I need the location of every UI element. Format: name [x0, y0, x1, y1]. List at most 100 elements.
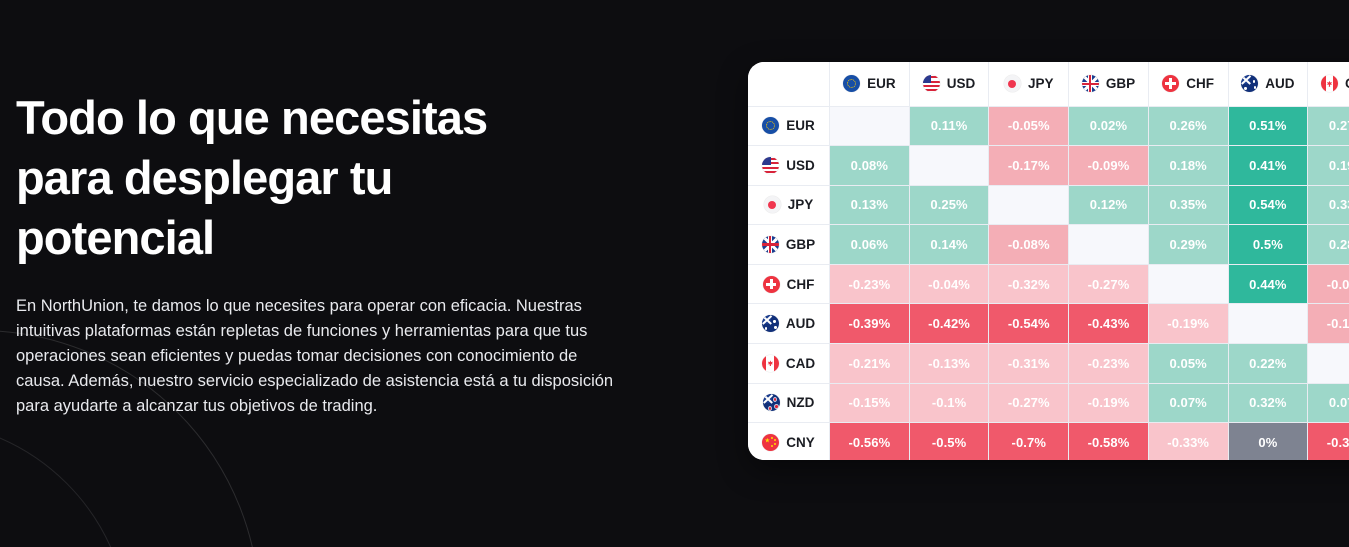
matrix-cell-chf-cad[interactable]: -0.01%	[1307, 263, 1349, 305]
matrix-cell-jpy-usd[interactable]: 0.25%	[908, 184, 990, 226]
matrix-body: EUR 0.11%-0.05%0.02%0.26%0.51%0.27% USD 0.0…	[748, 105, 1349, 460]
matrix-cell-cny-eur[interactable]: -0.56%	[829, 422, 910, 460]
matrix-row-header-aud[interactable]: AUD	[748, 303, 830, 345]
matrix-row-header-nzd[interactable]: NZD	[748, 382, 830, 424]
matrix-cell-aud-eur[interactable]: -0.39%	[829, 303, 910, 345]
matrix-cell-cad-eur[interactable]: -0.21%	[829, 343, 910, 384]
matrix-cell-gbp-eur[interactable]: 0.06%	[829, 224, 910, 265]
matrix-cell-cny-jpy[interactable]: -0.7%	[988, 422, 1070, 460]
matrix-cell-eur-aud[interactable]: 0.51%	[1227, 105, 1309, 147]
matrix-cell-eur-eur[interactable]	[829, 105, 910, 147]
matrix-cell-cny-chf[interactable]: -0.33%	[1147, 422, 1229, 460]
matrix-cell-gbp-usd[interactable]: 0.14%	[908, 224, 990, 265]
gbp-flag-icon	[1081, 75, 1099, 93]
matrix-col-header-chf[interactable]: CHF	[1147, 62, 1229, 107]
matrix-cell-usd-jpy[interactable]: -0.17%	[988, 145, 1070, 186]
matrix-col-header-label: CHF	[1186, 76, 1215, 92]
matrix-cell-usd-eur[interactable]: 0.08%	[829, 145, 910, 186]
matrix-row-header-chf[interactable]: CHF	[748, 263, 830, 305]
aud-flag-icon	[1241, 75, 1259, 93]
matrix-cell-usd-usd[interactable]	[908, 145, 990, 186]
matrix-row-header-label: USD	[786, 157, 815, 173]
matrix-cell-aud-cad[interactable]: -0.19%	[1307, 303, 1349, 345]
matrix-cell-cad-cad[interactable]	[1307, 343, 1349, 384]
matrix-cell-gbp-jpy[interactable]: -0.08%	[988, 224, 1070, 265]
matrix-cell-jpy-chf[interactable]: 0.35%	[1147, 184, 1229, 226]
matrix-cell-usd-aud[interactable]: 0.41%	[1227, 145, 1309, 186]
matrix-row: GBP 0.06%0.14%-0.08% 0.29%0.5%0.28%	[748, 224, 1349, 265]
matrix-cell-usd-gbp[interactable]: -0.09%	[1068, 145, 1149, 186]
matrix-cell-chf-usd[interactable]: -0.04%	[908, 263, 990, 305]
matrix-cell-jpy-aud[interactable]: 0.54%	[1227, 184, 1309, 226]
matrix-cell-cad-aud[interactable]: 0.22%	[1227, 343, 1309, 384]
matrix-cell-nzd-aud[interactable]: 0.32%	[1227, 382, 1309, 424]
matrix-cell-cad-gbp[interactable]: -0.23%	[1068, 343, 1149, 384]
matrix-row-header-label: CAD	[785, 355, 816, 371]
usd-flag-icon	[762, 156, 780, 174]
matrix-row-header-gbp[interactable]: GBP	[748, 224, 830, 265]
matrix-row-header-label: CNY	[786, 435, 815, 451]
matrix-cell-gbp-aud[interactable]: 0.5%	[1227, 224, 1309, 265]
matrix-cell-gbp-cad[interactable]: 0.28%	[1307, 224, 1349, 265]
eur-flag-icon	[762, 117, 780, 135]
matrix-cell-jpy-jpy[interactable]	[988, 184, 1070, 226]
matrix-header: EUR USD JPY GBP CHF AUD CAD	[748, 62, 1349, 107]
currency-matrix-card: EUR USD JPY GBP CHF AUD CAD EUR 0.11%-0.05%0.02…	[748, 62, 1349, 460]
matrix-cell-gbp-gbp[interactable]	[1068, 224, 1149, 265]
matrix-cell-aud-aud[interactable]	[1227, 303, 1309, 345]
matrix-cell-eur-jpy[interactable]: -0.05%	[988, 105, 1070, 147]
jpy-flag-icon	[763, 196, 781, 214]
matrix-cell-usd-cad[interactable]: 0.19%	[1307, 145, 1349, 186]
matrix-col-header-cad[interactable]: CAD	[1307, 62, 1349, 107]
page-title: Todo lo que necesitas para desplegar tu …	[16, 91, 488, 264]
matrix-col-header-aud[interactable]: AUD	[1227, 62, 1309, 107]
matrix-row-header-cny[interactable]: CNY	[748, 422, 830, 460]
matrix-col-header-jpy[interactable]: JPY	[988, 62, 1070, 107]
matrix-cell-aud-chf[interactable]: -0.19%	[1147, 303, 1229, 345]
matrix-cell-chf-jpy[interactable]: -0.32%	[988, 263, 1070, 305]
matrix-cell-eur-usd[interactable]: 0.11%	[908, 105, 990, 147]
matrix-cell-cny-aud[interactable]: 0%	[1227, 422, 1309, 460]
matrix-row-header-label: AUD	[785, 316, 816, 332]
matrix-cell-gbp-chf[interactable]: 0.29%	[1147, 224, 1229, 265]
matrix-cell-jpy-eur[interactable]: 0.13%	[829, 184, 910, 226]
matrix-row-header-label: NZD	[786, 395, 815, 411]
matrix-cell-nzd-eur[interactable]: -0.15%	[829, 382, 910, 424]
matrix-cell-aud-usd[interactable]: -0.42%	[908, 303, 990, 345]
matrix-col-header-usd[interactable]: USD	[908, 62, 990, 107]
matrix-cell-cny-usd[interactable]: -0.5%	[908, 422, 990, 460]
matrix-cell-nzd-chf[interactable]: 0.07%	[1147, 382, 1229, 424]
matrix-cell-chf-eur[interactable]: -0.23%	[829, 263, 910, 305]
matrix-cell-nzd-cad[interactable]: 0.07%	[1307, 382, 1349, 424]
chf-flag-icon	[1162, 75, 1180, 93]
matrix-row-header-cad[interactable]: CAD	[748, 343, 830, 384]
matrix-cell-aud-gbp[interactable]: -0.43%	[1068, 303, 1149, 345]
matrix-cell-chf-chf[interactable]	[1147, 263, 1229, 305]
matrix-cell-chf-aud[interactable]: 0.44%	[1227, 263, 1309, 305]
matrix-col-header-gbp[interactable]: GBP	[1068, 62, 1149, 107]
matrix-cell-cad-jpy[interactable]: -0.31%	[988, 343, 1070, 384]
matrix-cell-cad-chf[interactable]: 0.05%	[1147, 343, 1229, 384]
currency-strength-matrix: EUR USD JPY GBP CHF AUD CAD EUR 0.11%-0.05%0.02…	[748, 62, 1349, 460]
matrix-cell-nzd-jpy[interactable]: -0.27%	[988, 382, 1070, 424]
matrix-cell-chf-gbp[interactable]: -0.27%	[1068, 263, 1149, 305]
matrix-cell-jpy-gbp[interactable]: 0.12%	[1068, 184, 1149, 226]
matrix-cell-eur-gbp[interactable]: 0.02%	[1068, 105, 1149, 147]
matrix-cell-cny-cad[interactable]: -0.36%	[1307, 422, 1349, 460]
matrix-cell-nzd-gbp[interactable]: -0.19%	[1068, 382, 1149, 424]
matrix-cell-eur-cad[interactable]: 0.27%	[1307, 105, 1349, 147]
matrix-col-header-label: USD	[946, 76, 976, 92]
matrix-cell-cad-usd[interactable]: -0.13%	[908, 343, 990, 384]
matrix-col-header-eur[interactable]: EUR	[829, 62, 910, 107]
matrix-cell-nzd-usd[interactable]: -0.1%	[908, 382, 990, 424]
matrix-cell-jpy-cad[interactable]: 0.33%	[1307, 184, 1349, 226]
matrix-cell-eur-chf[interactable]: 0.26%	[1147, 105, 1229, 147]
matrix-row-header-jpy[interactable]: JPY	[748, 184, 830, 226]
jpy-flag-icon	[1003, 75, 1021, 93]
matrix-cell-usd-chf[interactable]: 0.18%	[1147, 145, 1229, 186]
matrix-cell-aud-jpy[interactable]: -0.54%	[988, 303, 1070, 345]
matrix-row-header-usd[interactable]: USD	[748, 145, 830, 186]
matrix-row-header-eur[interactable]: EUR	[748, 105, 830, 147]
aud-flag-icon	[761, 315, 779, 333]
matrix-cell-cny-gbp[interactable]: -0.58%	[1068, 422, 1149, 460]
